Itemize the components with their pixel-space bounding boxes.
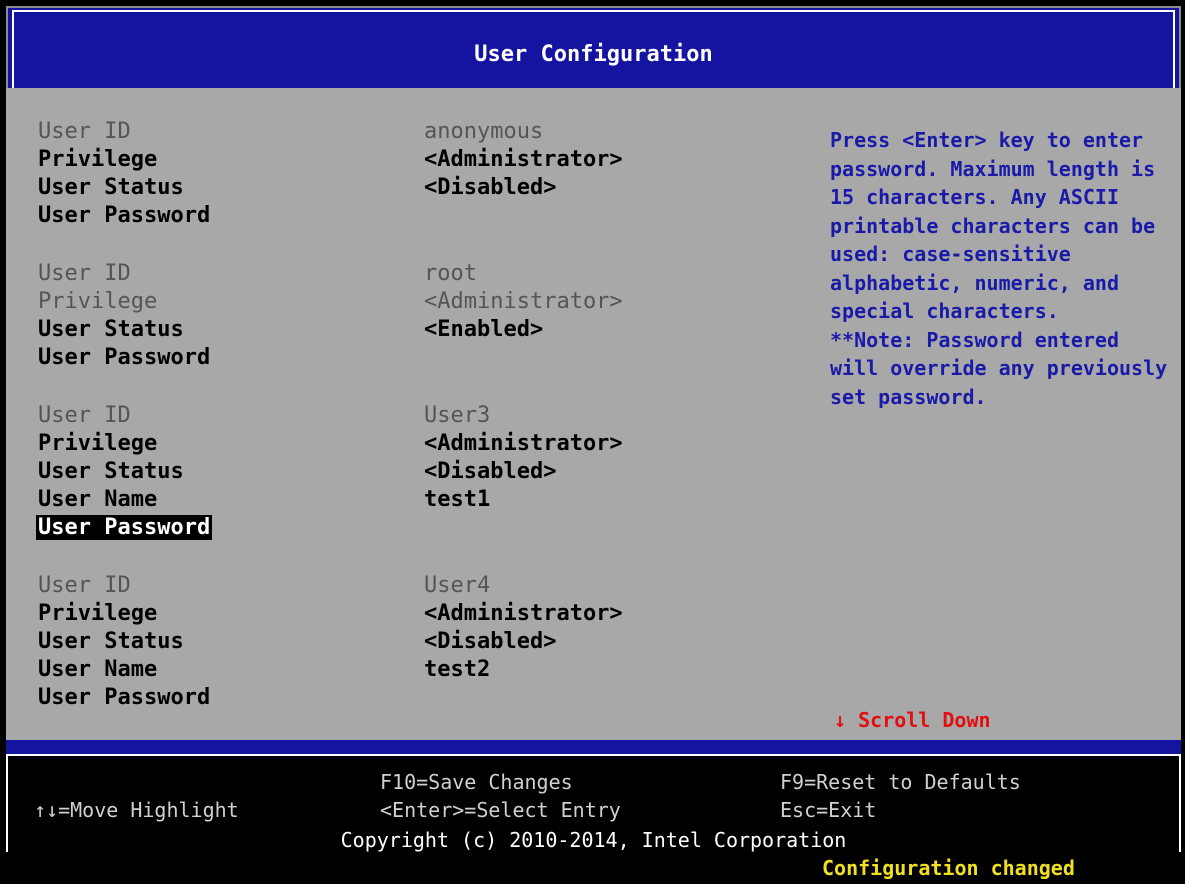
privilege-option[interactable]: Privilege (38, 146, 157, 174)
settings-panel: User ID anonymous Privilege <Administrat… (6, 88, 1181, 740)
help-text: Press <Enter> key to enter password. Max… (830, 126, 1170, 411)
privilege-label: Privilege (38, 289, 158, 314)
select-entry-hint: <Enter>=Select Entry (380, 798, 621, 822)
help-line: will override any previously (830, 356, 1168, 380)
user-status-value[interactable]: <Disabled> (424, 174, 556, 202)
user-id-value: User4 (424, 573, 491, 598)
privilege-value[interactable]: <Administrator> (424, 430, 623, 458)
title-bar-frame: User Configuration (12, 10, 1175, 88)
user-password-option[interactable]: User Password (38, 202, 210, 230)
help-line: **Note: Password entered (830, 327, 1119, 352)
user-password-option[interactable]: User Password (38, 684, 210, 712)
user-password-option[interactable]: User Password (38, 344, 210, 372)
key-help-footer: F10=Save Changes F9=Reset to Defaults ↑↓… (6, 754, 1181, 854)
help-line: used: case-sensitive (830, 242, 1071, 266)
copyright-line: Copyright (c) 2010-2014, Intel Corporati… (8, 828, 1179, 852)
user-status-value[interactable]: <Disabled> (424, 458, 556, 486)
user-name-option[interactable]: User Name (38, 656, 157, 684)
user-id-label: User ID (38, 403, 131, 428)
privilege-value[interactable]: <Administrator> (424, 146, 623, 174)
privilege-value: <Administrator> (424, 289, 623, 314)
user-id-value: anonymous (424, 119, 544, 144)
user-name-value[interactable]: test2 (424, 656, 490, 684)
page-title: User Configuration (474, 42, 713, 67)
privilege-value[interactable]: <Administrator> (424, 600, 623, 628)
help-line: printable characters can be (830, 213, 1156, 238)
user-id-label: User ID (38, 573, 131, 598)
status-bar: Configuration changed (0, 852, 1185, 884)
user-status-option[interactable]: User Status (38, 458, 184, 486)
user-status-value[interactable]: <Disabled> (424, 628, 556, 656)
help-line: special characters. (830, 299, 1059, 323)
scroll-down-indicator: ↓ Scroll Down (834, 708, 991, 732)
footer-separator (6, 740, 1181, 754)
help-line: 15 characters. Any ASCII (830, 185, 1119, 209)
help-line: set password. (830, 384, 987, 409)
user-status-option[interactable]: User Status (38, 628, 184, 656)
user-id-value: User3 (424, 403, 491, 428)
copyright-text: Copyright (c) 2010-2014, Intel Corporati… (336, 828, 851, 852)
help-line: password. Maximum length is (830, 156, 1156, 181)
user-id-label: User ID (38, 261, 131, 286)
exit-hint: Esc=Exit (780, 798, 877, 822)
move-highlight-hint: ↑↓=Move Highlight (34, 798, 239, 822)
help-line: alphabetic, numeric, and (830, 270, 1119, 295)
title-bar: User Configuration (6, 6, 1181, 88)
user-status-option[interactable]: User Status (38, 316, 184, 344)
save-changes-hint: F10=Save Changes (380, 770, 573, 794)
help-line: Press <Enter> key to enter (830, 128, 1144, 152)
privilege-option[interactable]: Privilege (38, 430, 157, 458)
status-message: Configuration changed (822, 856, 1075, 880)
user-id-value: root (424, 261, 477, 286)
privilege-option[interactable]: Privilege (38, 600, 157, 628)
user-id-label: User ID (38, 119, 131, 144)
user-name-option[interactable]: User Name (38, 486, 157, 514)
highlight-row: User Password (36, 514, 213, 542)
user-status-value[interactable]: <Enabled> (424, 316, 543, 344)
user-status-option[interactable]: User Status (38, 174, 184, 202)
user-password-option-selected[interactable]: User Password (36, 515, 213, 540)
reset-defaults-hint: F9=Reset to Defaults (780, 770, 1021, 794)
user-name-value[interactable]: test1 (424, 486, 490, 514)
